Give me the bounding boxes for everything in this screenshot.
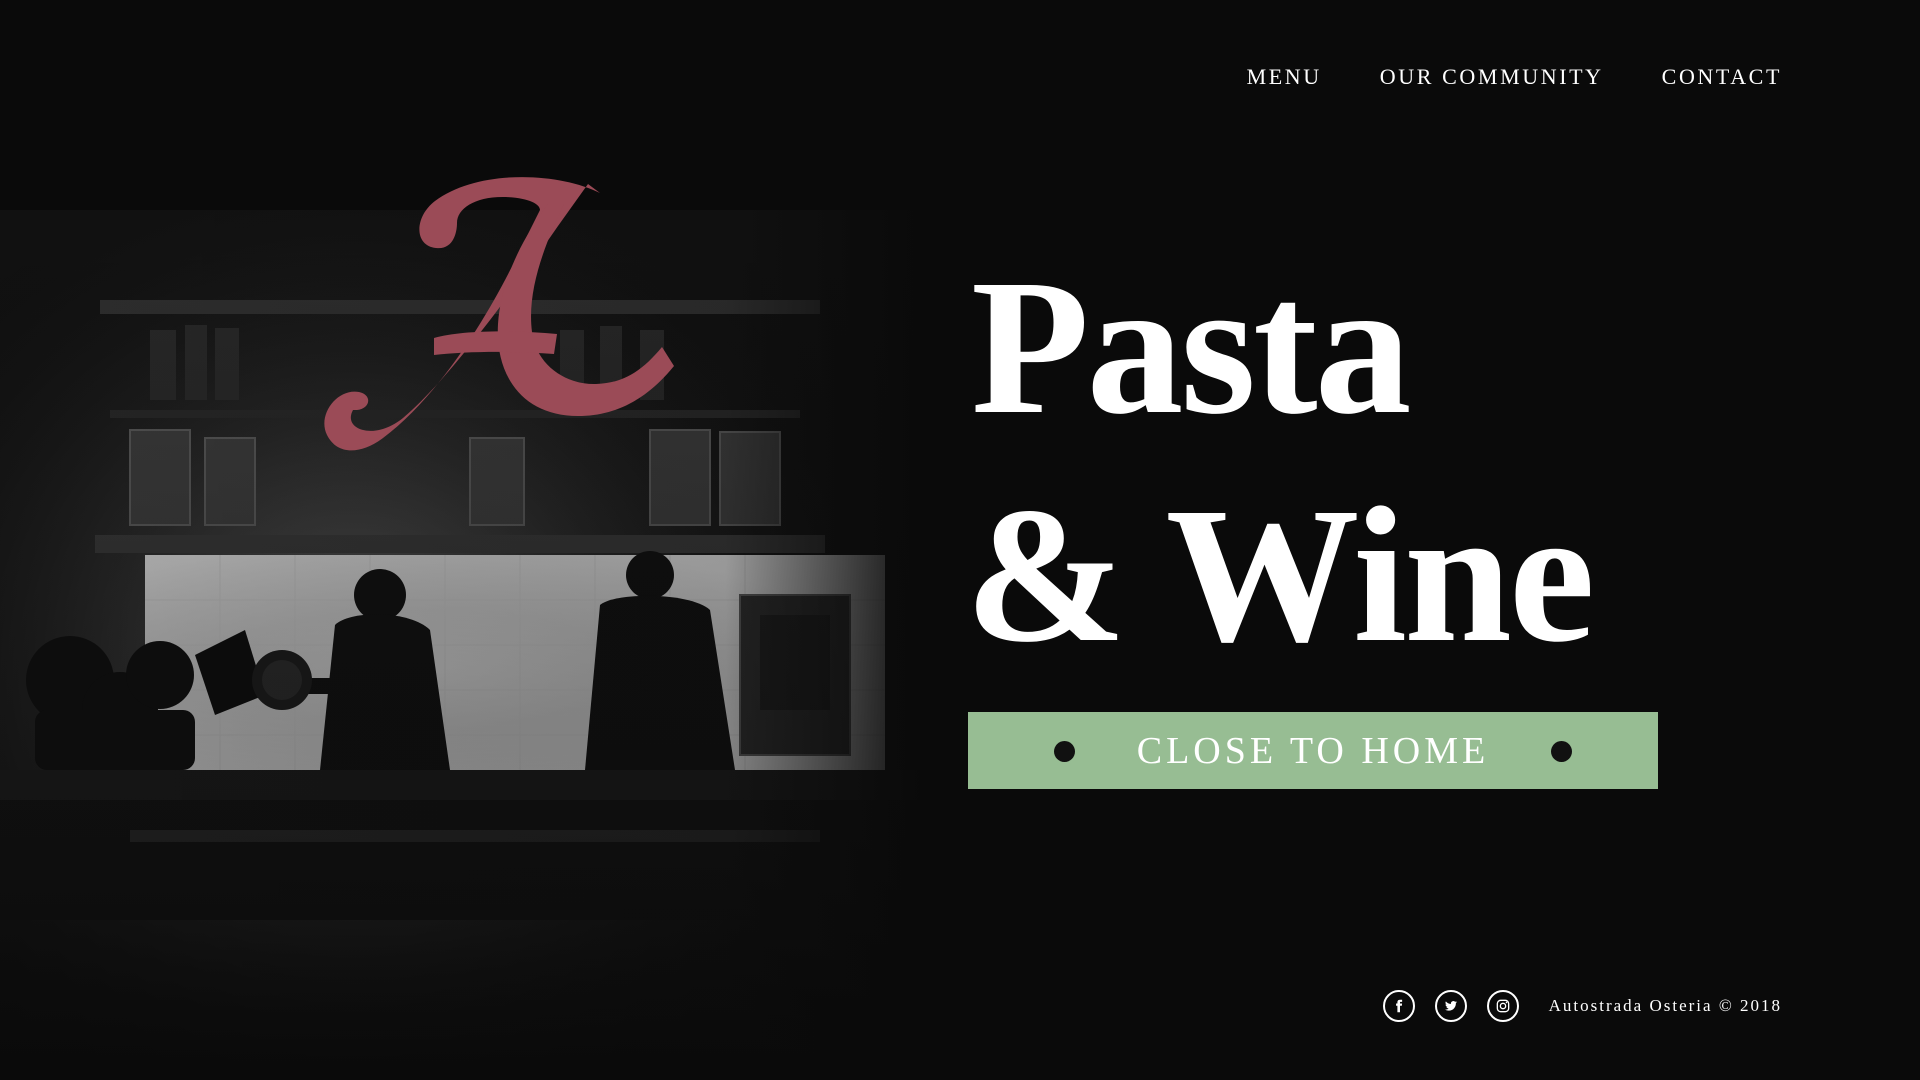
twitter-button[interactable]	[1434, 990, 1467, 1022]
instagram-icon	[1496, 999, 1509, 1013]
nav-menu-link[interactable]: MENU	[1247, 66, 1322, 88]
nav-our-community-link[interactable]: OUR COMMUNITY	[1380, 66, 1604, 88]
tagline-banner: CLOSE TO HOME	[968, 712, 1658, 789]
facebook-button[interactable]	[1382, 990, 1415, 1022]
brand-monogram-a	[324, 177, 674, 451]
tagline-text: CLOSE TO HOME	[1136, 729, 1490, 772]
footer: Autostrada Osteria © 2018	[1382, 990, 1782, 1022]
copyright-text: Autostrada Osteria © 2018	[1548, 996, 1782, 1015]
nav-contact-link[interactable]: CONTACT	[1662, 66, 1782, 88]
hero-headline-line-1: Pasta	[971, 239, 1412, 454]
twitter-icon	[1444, 1001, 1457, 1011]
top-navigation: MENU OUR COMMUNITY CONTACT	[1247, 66, 1782, 88]
hero-headline-line-2: & Wine	[965, 467, 1595, 682]
hero-headline: Pasta & Wine	[965, 239, 1725, 682]
instagram-button[interactable]	[1486, 990, 1519, 1022]
facebook-icon	[1395, 999, 1402, 1013]
social-links	[1382, 990, 1519, 1022]
tagline-dot-left	[1054, 740, 1075, 762]
tagline-dot-right	[1551, 740, 1572, 762]
landing-page: MENU OUR COMMUNITY CONTACT Pasta & Wine …	[0, 0, 1920, 1080]
